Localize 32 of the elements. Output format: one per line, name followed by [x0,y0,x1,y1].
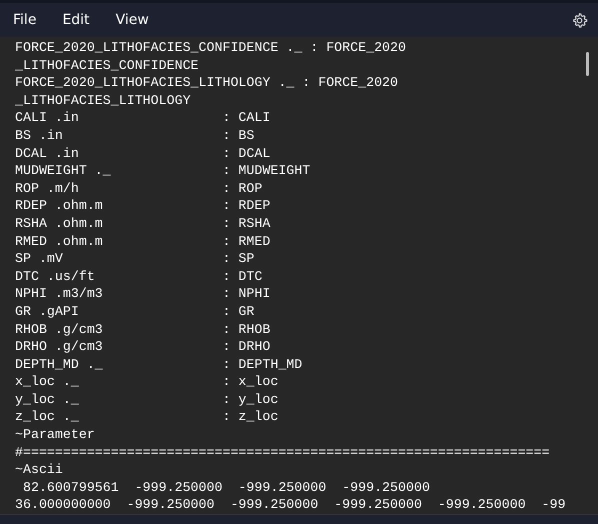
text-line: FORCE_2020_LITHOFACIES_CONFIDENCE ._ : FORCE_2020 [15,39,406,57]
text-line: CALI .in : CALI [15,109,270,127]
text-line: RSHA .ohm.m : RSHA [15,214,270,233]
text-line: x_loc ._ : x_loc [15,373,278,391]
text-line: MUDWEIGHT ._ : MUDWEIGHT [15,162,310,180]
text-line: ROP .m/h : ROP [15,180,262,198]
text-line: RDEP .ohm.m : RDEP [15,197,270,215]
text-line: ~Parameter [15,426,95,444]
text-line: RMED .ohm.m : RMED [15,232,270,250]
settings-icon[interactable] [571,12,588,28]
text-line: SP .mV : SP [15,250,254,268]
text-line: DCAL .in : DCAL [15,144,270,162]
text-line: 82.600799561 -999.250000 -999.250000 -999.250000 [22,478,430,496]
text-line: 36.000000000 -999.250000 -999.250000 -999.250000 -999.250000 -99 [15,496,566,514]
scrollbar-thumb[interactable] [586,52,589,76]
text-line: DEPTH_MD ._ : DEPTH_MD [15,356,302,374]
text-line: _LITHOFACIES_CONFIDENCE [15,56,199,74]
text-line: FORCE_2020_LITHOFACIES_LITHOLOGY ._ : FORCE_2020 [15,74,398,92]
text-line: _LITHOFACIES_LITHOLOGY [15,92,191,110]
text-line: y_loc ._ : y_loc [15,390,278,408]
text-line: NPHI .m3/m3 : NPHI [15,285,270,303]
text-line: BS .in : BS [15,126,254,145]
text-line: RHOB .g/cm3 : RHOB [15,320,270,338]
text-line: DRHO .g/cm3 : DRHO [15,338,270,356]
text-line: DTC .us/ft : DTC [15,268,262,286]
menu-item[interactable]: File [4,8,46,32]
menu-item[interactable]: View [106,8,158,32]
text-line: z_loc ._ : z_loc [15,408,278,426]
text-line: GR .gAPI : GR [15,302,254,320]
text-line: ~Ascii [15,461,63,479]
text-line: #================================================================== [15,444,550,462]
menu-item[interactable]: Edit [53,8,99,32]
